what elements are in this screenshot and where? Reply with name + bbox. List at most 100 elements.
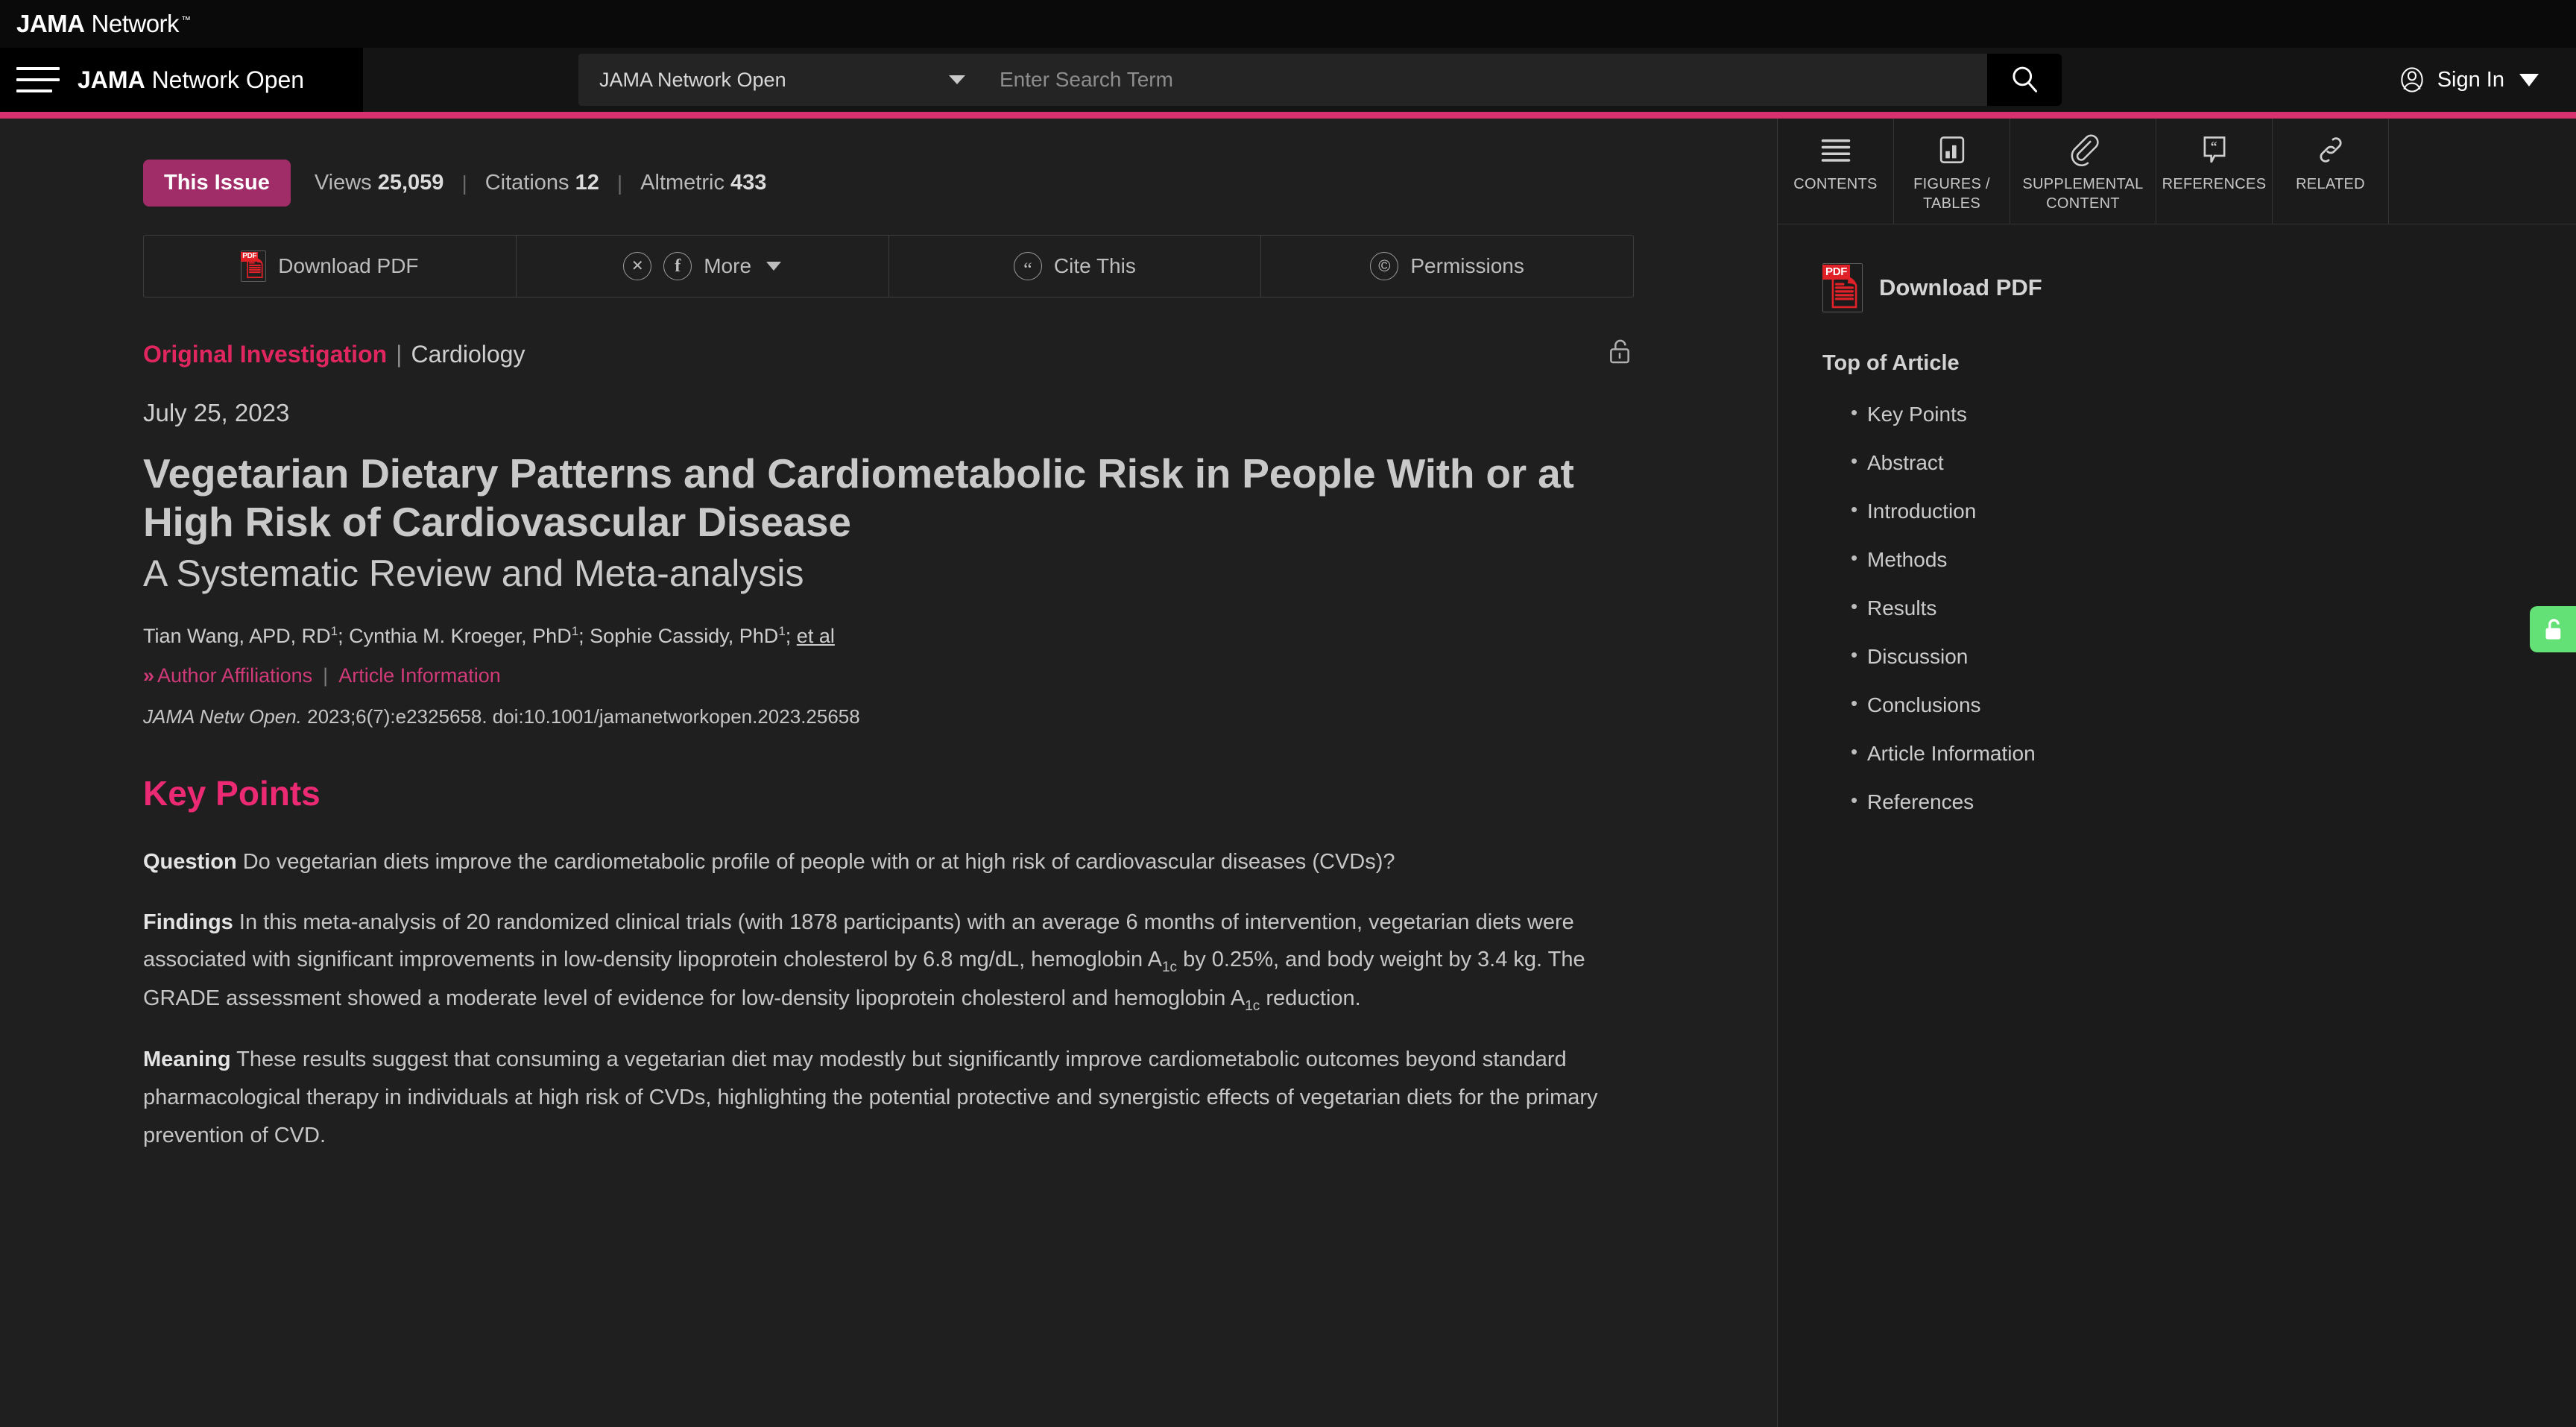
more-share-button[interactable]: ✕ f More bbox=[517, 236, 889, 297]
search-submit-button[interactable] bbox=[1987, 54, 2062, 106]
toc-list: Key Points Abstract Introduction Methods… bbox=[1822, 401, 2576, 814]
meaning-label: Meaning bbox=[143, 1048, 231, 1072]
paperclip-icon bbox=[2068, 130, 2099, 169]
metric-divider: | bbox=[616, 171, 623, 195]
chevron-down-icon bbox=[2519, 73, 2539, 86]
sign-in-button[interactable]: Sign In bbox=[2397, 65, 2539, 95]
article-subtitle: A Systematic Review and Meta-analysis bbox=[143, 552, 804, 594]
metric-divider: | bbox=[461, 171, 467, 195]
logo-jama-text: JAMA bbox=[16, 10, 85, 37]
article-information-link[interactable]: Article Information bbox=[338, 664, 501, 687]
sidebar-item-references[interactable]: “ REFERENCES bbox=[2156, 119, 2273, 224]
hamburger-menu-icon[interactable] bbox=[16, 67, 60, 92]
x-twitter-icon[interactable]: ✕ bbox=[623, 252, 652, 280]
link-chain-icon bbox=[2316, 130, 2346, 169]
metric-citations-label: Citations bbox=[484, 171, 569, 195]
permissions-button[interactable]: © Permissions bbox=[1261, 236, 1633, 297]
toc-item-conclusions[interactable]: Conclusions bbox=[1851, 692, 2576, 717]
brand-accent-rule bbox=[0, 112, 2576, 119]
download-pdf-label: Download PDF bbox=[278, 254, 419, 277]
cite-this-button[interactable]: “ Cite This bbox=[889, 236, 1262, 297]
list-lines-icon bbox=[1820, 130, 1852, 169]
toc-item-abstract[interactable]: Abstract bbox=[1851, 450, 2576, 475]
article-category-link[interactable]: Cardiology bbox=[411, 341, 525, 368]
meaning-text: These results suggest that consuming a v… bbox=[143, 1048, 1598, 1147]
hamburger-line bbox=[16, 78, 60, 81]
search-input[interactable] bbox=[985, 54, 1987, 106]
toc-item-methods[interactable]: Methods bbox=[1851, 546, 2576, 572]
this-issue-button[interactable]: This Issue bbox=[143, 160, 291, 207]
sidebar-item-supplemental-content-label: SUPPLEMENTAL CONTENT bbox=[2022, 176, 2144, 212]
toc-item-references[interactable]: References bbox=[1851, 789, 2576, 814]
permissions-label: Permissions bbox=[1410, 254, 1524, 277]
copyright-icon: © bbox=[1370, 252, 1399, 280]
page-body: This Issue Views 25,059 | Citations 12 |… bbox=[0, 119, 2576, 1427]
sidebar-item-supplemental-content[interactable]: SUPPLEMENTAL CONTENT bbox=[2010, 119, 2156, 224]
metric-views-value: 25,059 bbox=[377, 171, 444, 195]
logo-trademark: ™ bbox=[181, 14, 191, 25]
open-access-tab[interactable] bbox=[2530, 606, 2576, 652]
journal-title[interactable]: JAMA Network Open bbox=[78, 66, 304, 94]
author-affiliations-link[interactable]: Author Affiliations bbox=[157, 664, 312, 687]
hamburger-line bbox=[16, 89, 52, 92]
nav-left-block: JAMA Network Open bbox=[0, 48, 363, 112]
article-sidebar: CONTENTS FIGURES / TABLES SUPPLEMENTAL C… bbox=[1778, 119, 2576, 1427]
chevron-right-icon: » bbox=[143, 664, 155, 687]
chevron-down-icon bbox=[766, 262, 782, 271]
sidebar-item-figures-tables[interactable]: FIGURES / TABLES bbox=[1894, 119, 2010, 224]
key-points-meaning: Meaning These results suggest that consu… bbox=[143, 1041, 1641, 1154]
link-divider: | bbox=[323, 664, 329, 687]
question-label: Question bbox=[143, 849, 237, 874]
sidebar-download-pdf-label: Download PDF bbox=[1879, 274, 2042, 300]
toc-top-of-article[interactable]: Top of Article bbox=[1822, 351, 2576, 376]
article-metrics-bar: This Issue Views 25,059 | Citations 12 |… bbox=[143, 160, 1778, 207]
quote-bubble-icon: “ bbox=[2200, 130, 2229, 169]
toc-item-results[interactable]: Results bbox=[1851, 595, 2576, 620]
more-label: More bbox=[704, 254, 752, 277]
article-type-separator: | bbox=[396, 340, 402, 368]
findings-label: Findings bbox=[143, 910, 233, 934]
open-lock-icon bbox=[1607, 336, 1632, 372]
quote-icon: “ bbox=[1013, 252, 1042, 280]
sign-in-label: Sign In bbox=[2437, 67, 2504, 92]
article-action-bar: PDF 🗎 Download PDF ✕ f More “ Cite This ©… bbox=[143, 235, 1634, 297]
metric-citations[interactable]: Citations 12 bbox=[485, 171, 599, 195]
search-scope-select[interactable]: JAMA Network Open bbox=[578, 54, 985, 106]
article-type-link[interactable]: Original Investigation bbox=[143, 341, 387, 368]
sidebar-item-related[interactable]: RELATED bbox=[2273, 119, 2389, 224]
toc-item-discussion[interactable]: Discussion bbox=[1851, 643, 2576, 669]
jama-network-logo[interactable]: JAMA Network ™ bbox=[16, 10, 191, 38]
sidebar-download-pdf-button[interactable]: PDF 🗎 Download PDF bbox=[1822, 263, 2576, 312]
pdf-icon: PDF 🗎 bbox=[1822, 263, 1863, 312]
sidebar-item-contents[interactable]: CONTENTS bbox=[1778, 119, 1894, 224]
user-avatar-icon bbox=[2401, 67, 2423, 92]
key-points-question: Question Do vegetarian diets improve the… bbox=[143, 843, 1641, 881]
key-points-heading: Key Points bbox=[143, 773, 321, 813]
bar-chart-icon bbox=[1937, 130, 1967, 169]
main-navbar: JAMA Network Open JAMA Network Open Sign… bbox=[0, 48, 2576, 112]
journal-title-light: Network Open bbox=[145, 66, 305, 93]
metric-views[interactable]: Views 25,059 bbox=[315, 171, 444, 195]
sidebar-item-references-label: REFERENCES bbox=[2162, 176, 2267, 192]
search-scope-value: JAMA Network Open bbox=[599, 68, 786, 91]
facebook-icon[interactable]: f bbox=[663, 252, 692, 280]
brand-bar: JAMA Network ™ bbox=[0, 0, 2576, 48]
toc-item-key-points[interactable]: Key Points bbox=[1851, 401, 2576, 426]
svg-text:“: “ bbox=[2210, 139, 2217, 154]
toc-item-introduction[interactable]: Introduction bbox=[1851, 498, 2576, 523]
article-main-column: This Issue Views 25,059 | Citations 12 |… bbox=[0, 119, 1778, 1427]
citation-journal-name: JAMA Netw Open. bbox=[143, 705, 302, 728]
metric-citations-value: 12 bbox=[575, 171, 599, 195]
download-pdf-button[interactable]: PDF 🗎 Download PDF bbox=[144, 236, 517, 297]
toc-item-article-information[interactable]: Article Information bbox=[1851, 740, 2576, 766]
question-text: Do vegetarian diets improve the cardiome… bbox=[242, 849, 1395, 874]
author-list[interactable]: Tian Wang, APD, RD1; Cynthia M. Kroeger,… bbox=[143, 624, 1778, 648]
affiliation-links: » Author Affiliations | Article Information bbox=[143, 664, 1778, 687]
sidebar-item-figures-tables-label: FIGURES / TABLES bbox=[1913, 176, 1990, 212]
open-lock-icon bbox=[2545, 619, 2561, 640]
citation-details: 2023;6(7):e2325658. doi:10.1001/jamanetw… bbox=[301, 705, 860, 728]
search-icon bbox=[2012, 66, 2038, 92]
sidebar-item-related-label: RELATED bbox=[2296, 176, 2365, 192]
metric-altmetric[interactable]: Altmetric 433 bbox=[640, 171, 766, 195]
logo-network-text: Network bbox=[91, 10, 180, 37]
